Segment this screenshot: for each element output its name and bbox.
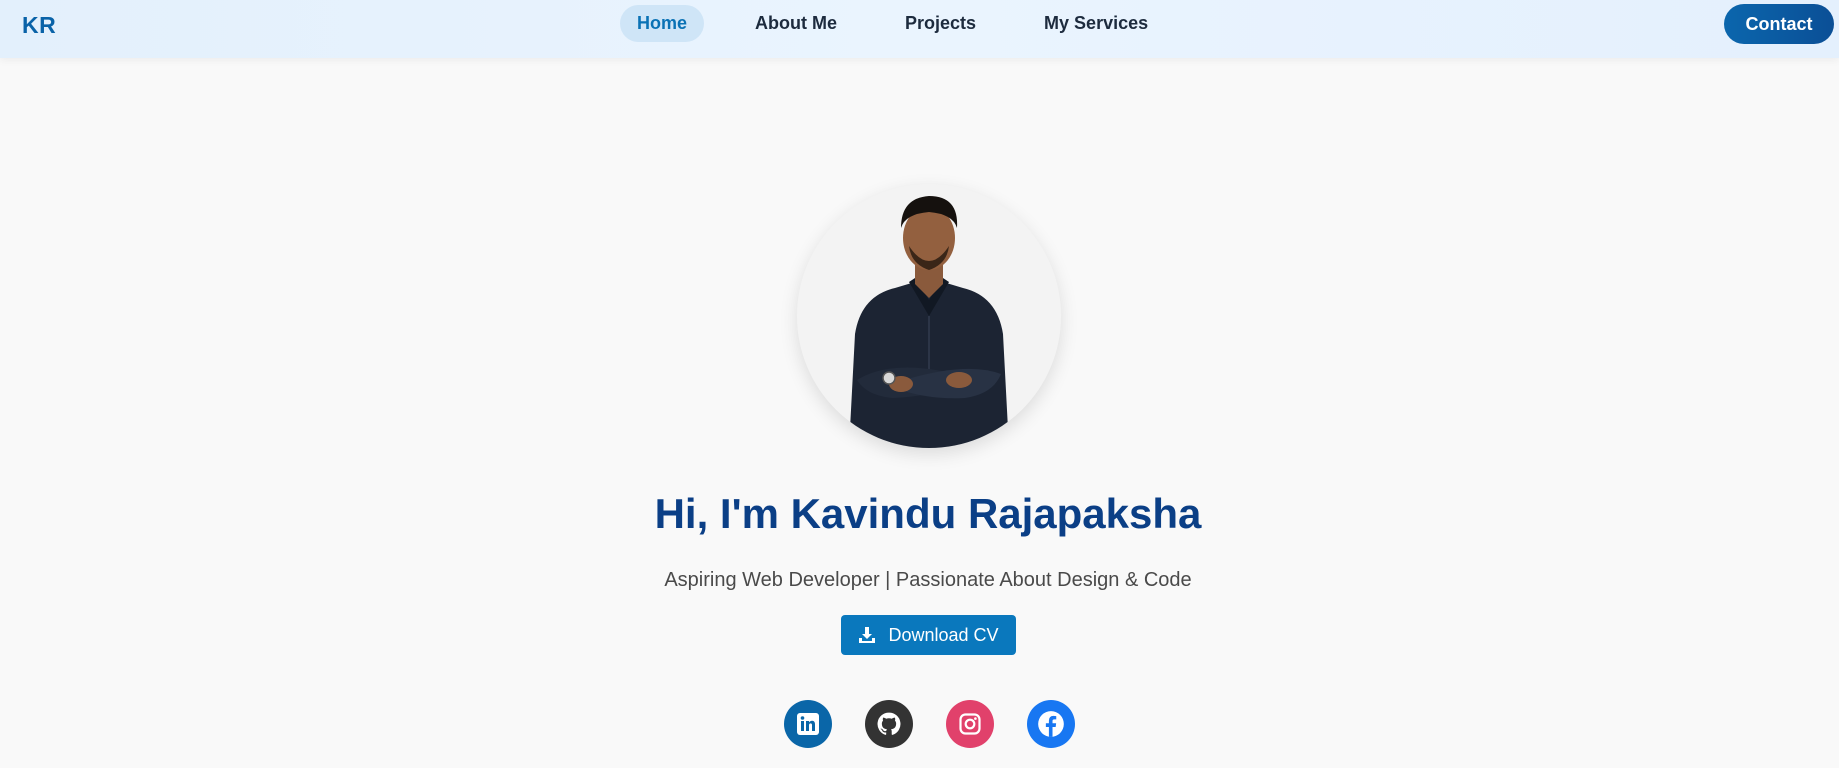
download-cv-button[interactable]: Download CV [841, 615, 1016, 655]
nav-link-my-services[interactable]: My Services [1027, 5, 1165, 42]
linkedin-icon[interactable] [784, 700, 832, 748]
download-cv-label: Download CV [888, 624, 999, 645]
facebook-icon[interactable] [1027, 700, 1075, 748]
profile-photo-illustration [797, 184, 1061, 448]
social-links [784, 700, 1108, 748]
nav-link-projects[interactable]: Projects [888, 5, 993, 42]
profile-photo [797, 184, 1061, 448]
hero-subtitle: Aspiring Web Developer | Passionate Abou… [664, 569, 1192, 591]
nav-links: Home About Me Projects My Services [620, 5, 1199, 42]
download-icon [858, 626, 876, 644]
nav-link-home[interactable]: Home [620, 5, 705, 42]
contact-button[interactable]: Contact [1724, 4, 1834, 44]
site-logo[interactable]: KR [22, 12, 56, 39]
instagram-icon[interactable] [946, 700, 994, 748]
navbar: KR Home About Me Projects My Services Co… [0, 0, 1839, 58]
nav-link-about-me[interactable]: About Me [738, 5, 854, 42]
github-icon[interactable] [865, 700, 913, 748]
hero-title: Hi, I'm Kavindu Rajapaksha [654, 490, 1202, 537]
